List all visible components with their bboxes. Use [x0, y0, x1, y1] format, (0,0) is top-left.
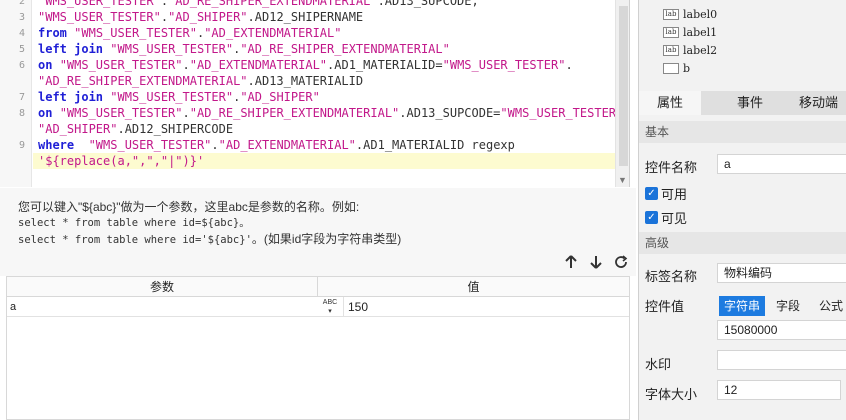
control-value-label: 控件值: [645, 299, 685, 314]
checkmark-icon: ✓: [645, 187, 658, 200]
enabled-checkbox[interactable]: ✓ 可用: [645, 184, 687, 203]
help-line-3: select * from table where id='${abc}'。(如…: [18, 230, 401, 247]
parameter-table: 参数 值 a ABC ▾ 150: [6, 276, 630, 420]
help-line-3-note: 。(如果id字段为字符串类型): [251, 232, 402, 246]
line-number: 4: [18, 28, 25, 39]
table-row[interactable]: a ABC ▾ 150: [7, 297, 629, 317]
line-number-gutter: 2 3 4 5 6 7 8 9: [0, 0, 32, 187]
tree-item-b[interactable]: b: [663, 59, 690, 77]
param-value-cell[interactable]: 150: [343, 297, 629, 317]
font-size-input[interactable]: 12: [717, 380, 841, 400]
arrow-up-icon: [565, 255, 577, 268]
column-header-value[interactable]: 值: [318, 277, 629, 297]
editor-scrollbar-thumb[interactable]: [619, 6, 628, 166]
column-header-param[interactable]: 参数: [7, 277, 318, 297]
property-panel: lab label0 lab label1 lab label2 b 属性 事件 移动端 基…: [638, 0, 846, 420]
code-line[interactable]: on "WMS_USER_TESTER"."AD_EXTENDMATERIAL"…: [38, 57, 573, 73]
help-line-1: 您可以键入"${abc}"做为一个参数，这里abc是参数的名称。例如:: [18, 200, 360, 214]
arrow-down-icon: [590, 256, 602, 269]
move-up-button[interactable]: [561, 252, 581, 272]
line-number: 5: [18, 44, 25, 55]
tree-item-label: b: [683, 61, 691, 75]
line-number: 8: [18, 108, 25, 119]
line-number: 6: [18, 60, 25, 71]
tab-properties[interactable]: 属性: [639, 91, 701, 115]
editor-scrollbar[interactable]: ▼: [615, 0, 629, 187]
control-name-label: 控件名称: [645, 160, 698, 175]
help-line-3-code: select * from table where id='${abc}': [18, 234, 252, 246]
line-number: 3: [18, 12, 25, 23]
control-value-input[interactable]: 15080000: [717, 320, 846, 340]
code-line[interactable]: "AD_RE_SHIPER_EXTENDMATERIAL".AD13_MATER…: [38, 73, 363, 89]
checkmark-icon: ✓: [645, 211, 658, 224]
sql-editor[interactable]: 2 3 4 5 6 7 8 9 "WMS_USER_TESTER"."AD_RE_SHIPER…: [0, 0, 630, 187]
code-line[interactable]: "AD_SHIPER".AD12_SHIPERCODE: [38, 121, 233, 137]
value-type-formula[interactable]: 公式: [815, 296, 846, 316]
tab-events[interactable]: 事件: [715, 91, 785, 115]
line-number: 9: [18, 140, 25, 151]
code-line[interactable]: on "WMS_USER_TESTER"."AD_RE_SHIPER_EXTEN…: [38, 105, 629, 121]
code-line[interactable]: left join "WMS_USER_TESTER"."AD_SHIPER": [38, 89, 320, 105]
tree-item-label: label0: [683, 7, 718, 21]
tree-item-label0[interactable]: lab label0: [663, 5, 717, 23]
code-line[interactable]: "WMS_USER_TESTER"."AD_SHIPER".AD12_SHIPE…: [38, 9, 363, 25]
tree-item-label: label1: [683, 25, 718, 39]
label-component-icon: lab: [663, 26, 679, 38]
watermark-label: 水印: [645, 357, 672, 372]
enabled-label: 可用: [661, 187, 688, 202]
move-down-button[interactable]: [586, 252, 606, 272]
code-line[interactable]: left join "WMS_USER_TESTER"."AD_RE_SHIPE…: [38, 41, 450, 57]
value-type-string[interactable]: 字符串: [719, 296, 765, 316]
code-line[interactable]: '${replace(a,",","|")}': [38, 153, 204, 169]
visible-checkbox[interactable]: ✓ 可见: [645, 208, 687, 227]
font-size-label: 字体大小: [645, 387, 698, 402]
label-component-icon: lab: [663, 8, 679, 20]
parameter-help: 您可以键入"${abc}"做为一个参数，这里abc是参数的名称。例如: sele…: [0, 188, 636, 250]
tree-item-label: label2: [683, 43, 718, 57]
value-type-field[interactable]: 字段: [769, 296, 807, 316]
refresh-button[interactable]: [611, 252, 631, 272]
code-line[interactable]: from "WMS_USER_TESTER"."AD_EXTENDMATERIA…: [38, 25, 341, 41]
tree-item-label1[interactable]: lab label1: [663, 23, 717, 41]
window: 2 3 4 5 6 7 8 9 "WMS_USER_TESTER"."AD_RE_SHIPER…: [0, 0, 846, 420]
type-abc-icon[interactable]: ABC ▾: [319, 297, 341, 317]
tree-item-label2[interactable]: lab label2: [663, 41, 717, 59]
param-name-cell[interactable]: a: [10, 297, 310, 317]
section-basic[interactable]: 基本: [639, 121, 846, 143]
box-component-icon: [663, 62, 679, 74]
visible-label: 可见: [661, 211, 688, 226]
section-advanced[interactable]: 高级: [639, 232, 846, 254]
help-line-2: select * from table where id=${abc}。: [18, 217, 250, 229]
control-name-input[interactable]: a: [717, 154, 846, 174]
watermark-input[interactable]: [717, 350, 846, 370]
property-tabs: 属性 事件 移动端: [639, 91, 846, 115]
tag-name-label: 标签名称: [645, 269, 698, 284]
refresh-icon: [615, 255, 628, 268]
tab-mobile[interactable]: 移动端: [799, 91, 846, 115]
code-line[interactable]: "WMS_USER_TESTER"."AD_RE_SHIPER_EXTENDMA…: [38, 0, 479, 9]
code-line[interactable]: where "WMS_USER_TESTER"."AD_EXTENDMATERI…: [38, 137, 515, 153]
tag-name-input[interactable]: 物料编码: [717, 263, 846, 283]
parameter-toolbar: [0, 250, 636, 276]
line-number: 7: [18, 92, 25, 103]
scroll-down-icon[interactable]: ▼: [618, 175, 627, 185]
label-component-icon: lab: [663, 44, 679, 56]
line-number: 2: [18, 0, 25, 7]
